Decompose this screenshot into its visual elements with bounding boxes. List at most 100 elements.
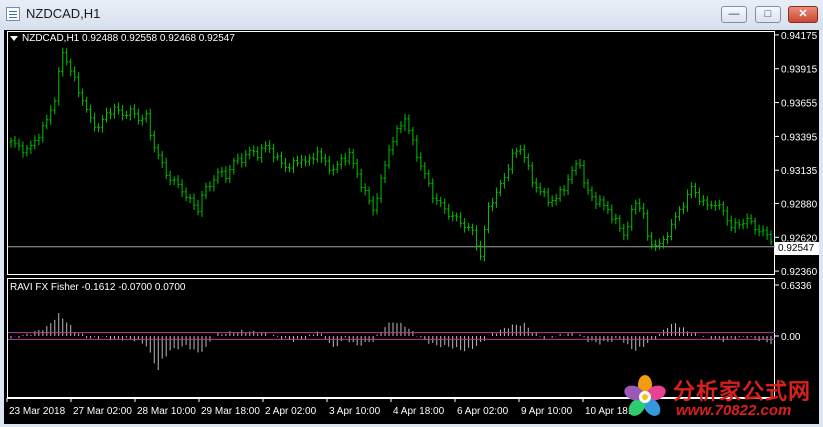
price-bar — [757, 224, 761, 237]
price-bar — [395, 125, 399, 146]
price-bar — [586, 178, 590, 195]
price-bar — [427, 169, 431, 187]
price-bar — [622, 223, 626, 241]
price-bar — [618, 215, 622, 232]
price-bar — [737, 219, 741, 230]
price-bar — [522, 144, 526, 163]
time-tick-label: 3 Apr 10:00 — [329, 406, 381, 417]
price-bar — [296, 155, 299, 167]
price-bar — [729, 215, 733, 232]
price-bar — [689, 182, 693, 199]
price-bar — [240, 153, 244, 168]
chart-canvas[interactable]: 0.94175 0.93915 0.93655 0.93395 0.93135 0.928… — [4, 30, 819, 424]
price-bar — [65, 48, 69, 66]
price-bar — [188, 193, 192, 204]
price-bar — [697, 187, 701, 206]
price-bar — [53, 97, 57, 115]
price-bar — [439, 196, 443, 208]
time-tick-label: 4 Apr 18:00 — [393, 406, 445, 417]
price-tick-label: 0.92880 — [781, 199, 818, 210]
price-bar — [128, 105, 132, 121]
price-bar — [721, 201, 725, 216]
time-tick-label: 6 Apr 02:00 — [457, 406, 509, 417]
price-bar — [562, 185, 566, 196]
price-tick-label: 0.93655 — [781, 99, 818, 110]
price-bar — [518, 144, 522, 155]
price-bar — [244, 150, 248, 167]
indicator-tick-label: 0.00 — [781, 332, 801, 343]
price-bar — [399, 121, 403, 134]
window-title-bar[interactable]: NZDCAD,H1 — □ ✕ — [0, 0, 823, 30]
price-bar — [232, 157, 236, 175]
price-bar — [558, 186, 562, 203]
price-bar — [423, 162, 427, 179]
price-bar — [156, 143, 160, 160]
price-bar — [21, 141, 25, 158]
price-bar — [403, 113, 407, 131]
price-bar — [725, 206, 729, 226]
price-bar — [626, 221, 630, 240]
price-bar — [29, 140, 33, 154]
price-bar — [343, 153, 347, 166]
price-bar — [327, 156, 331, 175]
price-tick-label: 0.93395 — [781, 132, 818, 143]
price-bar — [582, 160, 586, 189]
price-bar — [41, 121, 45, 143]
price-bar — [542, 187, 546, 198]
price-bar — [483, 225, 487, 262]
price-bar — [132, 104, 136, 119]
price-bar — [212, 175, 216, 192]
price-bar — [705, 196, 709, 210]
price-bar — [77, 71, 81, 98]
price-bar — [709, 200, 713, 210]
price-bar — [224, 166, 228, 183]
price-bar — [260, 144, 264, 163]
price-bar — [570, 165, 574, 185]
price-bar — [459, 212, 463, 228]
minimize-button[interactable]: — — [721, 6, 747, 23]
price-bar — [85, 96, 89, 113]
price-bar — [407, 114, 411, 134]
time-tick-label: 9 Apr 10:00 — [521, 406, 573, 417]
collapse-triangle-icon[interactable] — [10, 35, 18, 41]
price-bar — [630, 204, 634, 231]
price-bar — [331, 164, 335, 176]
price-bar — [514, 147, 518, 159]
price-bar — [638, 198, 642, 212]
price-bar — [276, 152, 280, 161]
price-bar — [347, 148, 351, 165]
price-bar — [152, 130, 156, 153]
price-bar — [594, 191, 598, 210]
price-bar — [176, 175, 180, 189]
price-bar — [105, 107, 108, 123]
price-tick-label: 0.94175 — [781, 31, 818, 42]
price-bar — [590, 186, 594, 202]
price-bar — [335, 160, 339, 174]
price-bar — [268, 140, 272, 153]
price-bar — [666, 232, 670, 245]
price-bar — [602, 196, 606, 211]
close-button[interactable]: ✕ — [788, 6, 818, 23]
price-bar — [144, 109, 148, 123]
time-tick-label: 28 Mar 10:00 — [137, 406, 196, 417]
watermark-url: www.70822.com — [676, 402, 792, 419]
price-bar — [339, 153, 343, 170]
price-bar — [487, 202, 490, 234]
price-bar — [375, 193, 379, 215]
price-bar — [25, 144, 29, 157]
price-bar — [419, 152, 423, 171]
price-bar — [578, 158, 582, 169]
price-bar — [550, 195, 554, 208]
price-bar — [236, 153, 240, 165]
price-bar — [192, 193, 196, 211]
price-bar — [530, 162, 534, 188]
price-bar — [200, 191, 204, 217]
price-bar — [411, 126, 415, 146]
price-bar — [606, 201, 610, 215]
price-bar — [315, 146, 319, 163]
price-bar — [367, 186, 371, 205]
price-bar — [642, 203, 646, 219]
maximize-button[interactable]: □ — [755, 6, 781, 23]
chart-area[interactable]: 0.94175 0.93915 0.93655 0.93395 0.93135 0.928… — [4, 30, 819, 424]
price-tick-label: 0.93135 — [781, 166, 818, 177]
